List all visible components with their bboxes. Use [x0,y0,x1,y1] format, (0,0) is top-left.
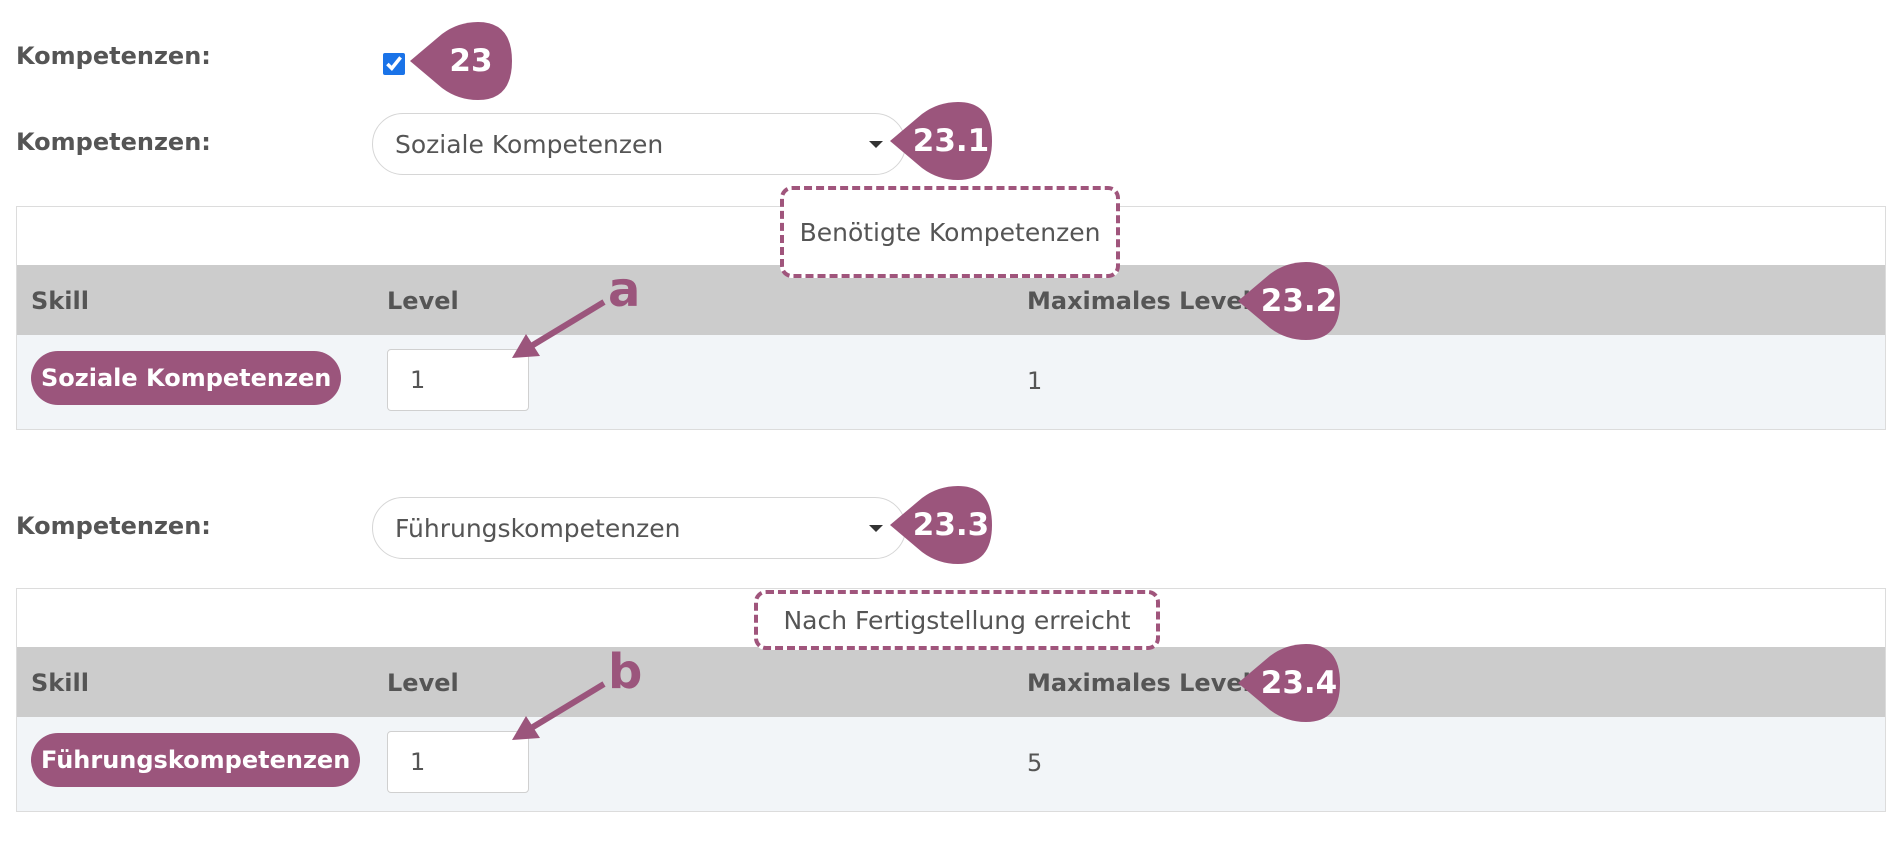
annotation-badge-23-4: 23.4 [1236,644,1348,722]
table-caption: Nach Fertigstellung erreicht [754,590,1160,650]
header-skill: Skill [31,287,89,315]
annotation-badge-23-3: 23.3 [888,486,1000,564]
competencies-select-2[interactable]: Führungskompetenzen [372,497,906,559]
competencies-select-value-2: Führungskompetenzen [395,513,681,543]
annotation-badge-23: 23 [408,22,520,100]
table-row: Führungskompetenzen 5 [17,717,1885,811]
header-level: Level [387,287,459,315]
header-skill: Skill [31,669,89,697]
competencies-select-label-2: Kompetenzen: [16,512,211,540]
skill-tag[interactable]: Soziale Kompetenzen [31,351,342,405]
annotation-badge-23-2: 23.2 [1236,262,1348,340]
pointer-letter-a: a [608,262,641,318]
pointer-arrow-a-icon [512,299,606,358]
pointer-arrow-b-icon [512,681,606,740]
competencies-checkbox-label: Kompetenzen: [16,42,211,70]
table-header-row: Skill Level Maximales Level [17,647,1885,717]
competencies-checkbox[interactable] [383,53,405,75]
caret-down-icon [869,141,883,148]
max-level-value: 5 [1027,749,1043,777]
annotation-badge-23-1: 23.1 [888,102,1000,180]
table-row: Soziale Kompetenzen 1 [17,335,1885,429]
caret-down-icon [869,525,883,532]
competencies-select[interactable]: Soziale Kompetenzen [372,113,906,175]
header-max-level: Maximales Level [1027,287,1251,315]
max-level-value: 1 [1027,367,1043,395]
table-caption: Benötigte Kompetenzen [780,186,1120,278]
pointer-letter-b: b [608,644,643,700]
competencies-select-label: Kompetenzen: [16,128,211,156]
competencies-select-value: Soziale Kompetenzen [395,129,664,159]
header-level: Level [387,669,459,697]
header-max-level: Maximales Level [1027,669,1251,697]
skill-tag[interactable]: Führungskompetenzen [31,733,361,787]
